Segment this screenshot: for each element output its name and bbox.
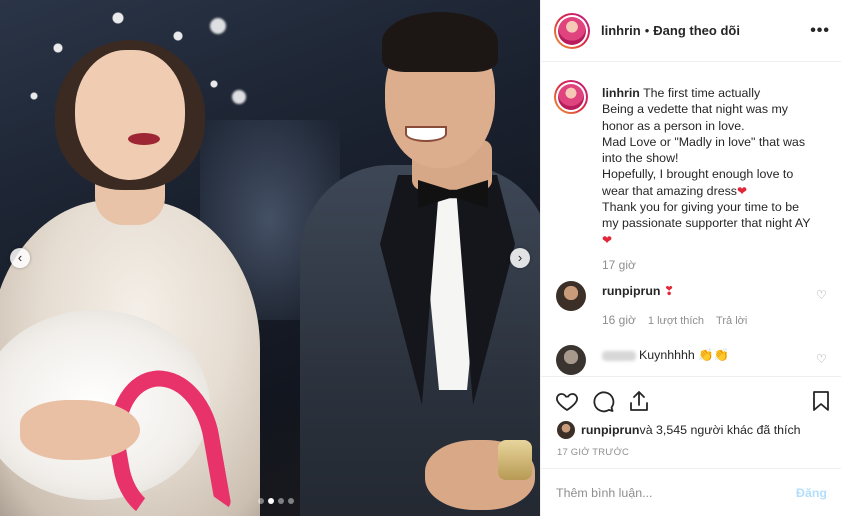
instagram-post: ‹ › linhrin • Đang theo dõi ••• linhrin … [0, 0, 841, 516]
caption-line: Hopefully, I brought enough love to [602, 167, 794, 182]
avatar-frame [556, 14, 588, 47]
caption-line: wear that amazing dress❤ [602, 183, 832, 199]
header-username[interactable]: linhrin [601, 23, 641, 38]
comment-likes-count[interactable]: 1 lượt thích [648, 315, 704, 327]
share-icon[interactable] [627, 389, 651, 413]
groom-watch [498, 440, 532, 480]
post-timestamp[interactable]: 17 GIỜ TRƯỚC [557, 447, 629, 458]
bookmark-icon[interactable] [809, 389, 833, 413]
comments-area[interactable]: linhrin The first time actually Being a … [541, 63, 841, 376]
post-side-panel: linhrin • Đang theo dõi ••• linhrin The … [540, 0, 841, 516]
comment-username[interactable]: runpiprun [602, 284, 661, 298]
comment-item: Kuynhhhh 👏👏 ♡ [554, 345, 834, 376]
comment-text: runpiprun ❣ [602, 284, 674, 298]
post-comment-button[interactable]: Đăng [796, 486, 827, 500]
post-actions: runpiprun và 3,545 người khác đã thích 1… [541, 376, 841, 468]
post-header: linhrin • Đang theo dõi ••• [541, 0, 841, 62]
caption-line: linhrin The first time actually [602, 85, 832, 101]
groom-smile [405, 126, 447, 142]
carousel-next-button[interactable]: › [510, 248, 530, 268]
carousel-dot-active [268, 498, 274, 504]
blurred-username [602, 350, 636, 361]
chevron-right-icon: › [517, 250, 523, 265]
carousel-dot [278, 498, 284, 504]
heart-exclamation-emoji-icon: ❣ [663, 284, 675, 298]
avatar[interactable] [554, 12, 590, 49]
avatar-frame [556, 82, 586, 112]
heart-emoji-icon: ❤ [736, 183, 748, 198]
comment-like-icon[interactable]: ♡ [816, 353, 828, 365]
caption-line: honor as a person in love. [602, 118, 745, 133]
caption-line: into the show! [602, 151, 679, 166]
comment-text: Kuynhhhh 👏👏 [602, 348, 729, 363]
bride-lips [128, 133, 160, 145]
carousel-dots [258, 498, 294, 504]
caption-username[interactable]: linhrin [602, 86, 640, 100]
header-separator: • [644, 23, 650, 38]
comment-reply-button[interactable]: Trả lời [716, 315, 747, 327]
comment-icon[interactable] [591, 389, 615, 413]
comment-item: runpiprun ❣ 16 giờ 1 lượt thích Trả lời … [554, 281, 834, 327]
caption-line: Thank you for giving your time to be [602, 200, 799, 215]
carousel-prev-button[interactable]: ‹ [10, 248, 30, 268]
bride-hand [20, 400, 140, 460]
caption-avatar[interactable] [554, 80, 588, 114]
caption-timestamp[interactable]: 17 giờ [602, 258, 636, 272]
caption-line: my passionate supporter that night AY [602, 216, 811, 231]
chevron-left-icon: ‹ [17, 250, 23, 265]
caption-line: Being a vedette that night was my [602, 102, 788, 117]
more-options-icon[interactable]: ••• [810, 22, 830, 40]
caption-line: Mad Love or "Madly in love" that was [602, 134, 806, 149]
liker-avatar [557, 421, 575, 439]
caption-text: linhrin The first time actually Being a … [602, 85, 832, 248]
first-liker-username[interactable]: runpiprun [581, 423, 640, 437]
comment-meta: 16 giờ 1 lượt thích Trả lời [602, 313, 747, 327]
groom-hair [382, 12, 498, 72]
avatar-image [558, 84, 584, 110]
likes-summary[interactable]: runpiprun và 3,545 người khác đã thích [557, 421, 801, 439]
comment-like-icon[interactable]: ♡ [816, 289, 828, 301]
bride-headpiece [10, 0, 250, 120]
likes-rest-text: và 3,545 người khác đã thích [639, 423, 801, 437]
comment-input[interactable] [556, 485, 797, 500]
follow-status-button[interactable]: Đang theo dõi [653, 23, 740, 38]
caption-line-text: wear that amazing dress [602, 183, 737, 198]
post-photo[interactable]: ‹ › [0, 0, 540, 516]
heart-outline-icon[interactable] [555, 389, 579, 413]
comment-timestamp[interactable]: 16 giờ [602, 313, 636, 327]
caption-line: ❤ [602, 232, 832, 248]
comment-avatar[interactable] [556, 345, 586, 375]
heart-emoji-icon: ❤ [602, 232, 613, 247]
comment-body: Kuynhhhh 👏👏 [639, 348, 730, 362]
caption-line-text: The first time actually [643, 86, 761, 100]
carousel-dot [258, 498, 264, 504]
carousel-dot [288, 498, 294, 504]
avatar-image [558, 16, 586, 45]
comment-avatar[interactable] [556, 281, 586, 311]
add-comment-bar: Đăng [541, 468, 841, 516]
